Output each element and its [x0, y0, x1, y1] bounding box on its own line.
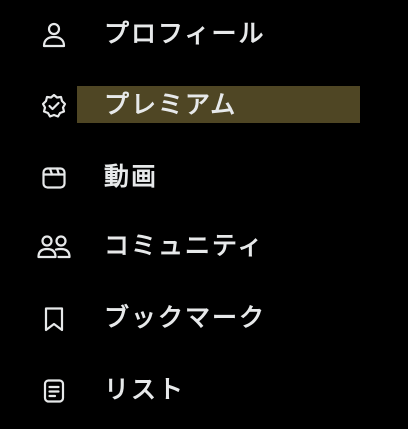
menu-item-label: コミュニティ — [104, 231, 265, 260]
side-menu: プロフィール プレミアム 動画 コミュニティ ブックマーク リスト — [0, 0, 408, 429]
menu-item-label: プレミアム — [104, 90, 238, 119]
menu-item-label: プロフィール — [104, 19, 266, 48]
menu-item-label: ブックマーク — [104, 303, 267, 332]
person-icon — [36, 21, 72, 49]
menu-item-label: リスト — [104, 375, 186, 404]
list-icon — [36, 377, 72, 405]
menu-item-label: 動画 — [104, 162, 159, 191]
menu-item-profile[interactable]: プロフィール — [0, 4, 408, 64]
bookmark-icon — [36, 305, 72, 333]
clapperboard-icon — [36, 164, 72, 192]
people-icon — [36, 233, 72, 261]
menu-item-lists[interactable]: リスト — [0, 360, 408, 420]
menu-item-premium[interactable]: プレミアム — [0, 75, 408, 135]
menu-item-video[interactable]: 動画 — [0, 147, 408, 207]
menu-item-community[interactable]: コミュニティ — [0, 216, 408, 276]
menu-item-bookmarks[interactable]: ブックマーク — [0, 288, 408, 348]
verified-badge-icon — [36, 92, 72, 120]
